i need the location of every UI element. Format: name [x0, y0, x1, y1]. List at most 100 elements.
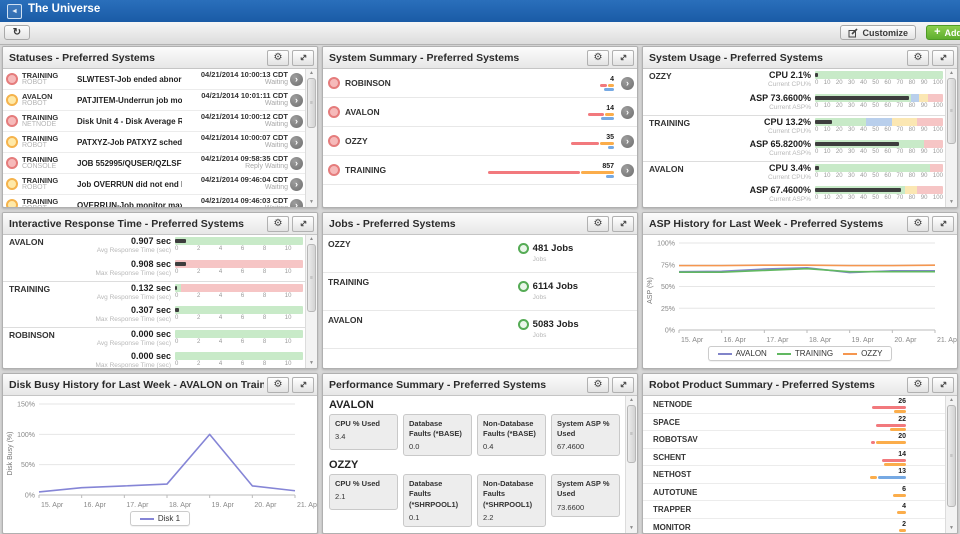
scroll-track[interactable]: ≡: [626, 405, 637, 524]
response-system: TRAINING: [9, 284, 51, 294]
status-state: Reply Waiting: [245, 163, 288, 171]
scrollbar[interactable]: ▲ ≡ ▼: [305, 235, 317, 368]
product-name: AUTOTUNE: [653, 487, 698, 497]
system-detail-button[interactable]: ›: [621, 163, 634, 177]
panel-settings-button[interactable]: ⚙: [907, 376, 929, 393]
jobs-sublabel: Jobs: [532, 332, 547, 339]
status-detail-button[interactable]: ›: [290, 135, 303, 149]
gear-icon: ⚙: [593, 51, 603, 63]
panel-settings-button[interactable]: ⚙: [267, 376, 289, 393]
expand-icon: [620, 54, 626, 61]
scrollbar[interactable]: ▲ ≡ ▼: [945, 396, 957, 533]
event-bars: [570, 141, 614, 149]
expand-icon: [940, 54, 946, 61]
status-product: CONSOLE: [22, 163, 57, 171]
scroll-thumb[interactable]: ≡: [307, 78, 316, 128]
scroll-thumb[interactable]: ≡: [947, 78, 956, 144]
scrollbar[interactable]: ▲ ≡ ▼: [625, 396, 637, 533]
back-icon[interactable]: ◄: [7, 4, 22, 19]
panel-expand-button[interactable]: [292, 376, 314, 393]
system-detail-button[interactable]: ›: [621, 105, 634, 119]
status-detail-button[interactable]: ›: [290, 198, 303, 207]
response-value-label: 0.908 sec: [130, 259, 171, 269]
scroll-down-button[interactable]: ▼: [946, 198, 957, 207]
status-detail-button[interactable]: ›: [290, 177, 303, 191]
scroll-up-button[interactable]: ▲: [946, 69, 957, 78]
response-row: 0.307 sec Max Response Time (sec) 0 2 4 6 8 10: [3, 304, 306, 327]
panel-header: Statuses - Preferred Systems ⚙: [3, 47, 317, 69]
panel-settings-button[interactable]: ⚙: [587, 376, 609, 393]
panel-expand-button[interactable]: [292, 49, 314, 66]
system-detail-button[interactable]: ›: [621, 134, 634, 148]
scrollbar[interactable]: ▲ ≡ ▼: [305, 69, 317, 207]
jobs-row: OZZY 481 Jobs Jobs: [323, 235, 637, 273]
add-button[interactable]: + Add: [926, 25, 960, 40]
expand-icon: [620, 220, 626, 227]
panel-expand-button[interactable]: [292, 215, 314, 232]
panel-expand-button[interactable]: [612, 49, 634, 66]
panel-settings-button[interactable]: ⚙: [587, 215, 609, 232]
panel-expand-button[interactable]: [612, 215, 634, 232]
refresh-button[interactable]: ↻: [4, 25, 30, 40]
panel-settings-button[interactable]: ⚙: [267, 49, 289, 66]
gear-icon: ⚙: [273, 378, 283, 390]
chevron-right-icon: ›: [295, 94, 298, 105]
scroll-down-button[interactable]: ▼: [306, 198, 317, 207]
status-row: TRAININGCONSOLE JOB 552995/QUSER/QZLSFIL…: [3, 153, 306, 174]
system-detail-button[interactable]: ›: [621, 76, 634, 90]
chevron-right-icon: ›: [295, 136, 298, 147]
scroll-down-button[interactable]: ▼: [626, 524, 637, 533]
status-state: Waiting: [264, 121, 288, 129]
usage-sublabel: Current ASP%: [769, 103, 811, 111]
svg-text:17. Apr: 17. Apr: [126, 502, 149, 509]
response-sublabel: Max Response Time (sec): [95, 269, 172, 277]
scroll-up-button[interactable]: ▲: [946, 396, 957, 405]
status-detail-button[interactable]: ›: [290, 93, 303, 107]
panel-asp-history: ASP History for Last Week - Preferred Sy…: [642, 212, 958, 369]
panel-expand-button[interactable]: [612, 376, 634, 393]
expand-icon: [620, 381, 626, 388]
panel-title: Robot Product Summary - Preferred System…: [649, 378, 875, 391]
svg-text:20. Apr: 20. Apr: [254, 502, 277, 509]
panel-expand-button[interactable]: [932, 49, 954, 66]
panel-settings-button[interactable]: ⚙: [587, 49, 609, 66]
response-value-label: 0.307 sec: [130, 305, 171, 315]
panel-settings-button[interactable]: ⚙: [907, 215, 929, 232]
scroll-thumb[interactable]: ≡: [947, 405, 956, 507]
usage-value-label: CPU 2.1%: [768, 70, 811, 80]
svg-text:19. Apr: 19. Apr: [852, 337, 875, 344]
product-count: 20: [898, 433, 906, 440]
panel-statuses: Statuses - Preferred Systems ⚙ TRAINING R…: [2, 46, 318, 208]
status-detail-button[interactable]: ›: [290, 156, 303, 170]
scroll-up-button[interactable]: ▲: [306, 235, 317, 244]
status-timestamp: 04/21/2014 10:00:07 CDT: [200, 133, 288, 143]
status-detail-button[interactable]: ›: [290, 72, 303, 86]
status-row: AVALONROBOT PATJITEM-Underrun job monito…: [3, 90, 306, 111]
scroll-thumb[interactable]: ≡: [307, 244, 316, 312]
scroll-down-button[interactable]: ▼: [306, 359, 317, 368]
scroll-up-button[interactable]: ▲: [306, 69, 317, 78]
customize-button[interactable]: Customize: [840, 25, 916, 40]
scrollbar[interactable]: ▲ ≡ ▼: [945, 69, 957, 207]
metric-card: Non-Database Faults (*SHRPOOL1) 2.2: [477, 474, 546, 527]
panel-expand-button[interactable]: [932, 376, 954, 393]
system-summary-row: OZZY 35 ›: [323, 127, 637, 156]
performance-system-title: OZZY: [329, 459, 359, 472]
panel-settings-button[interactable]: ⚙: [907, 49, 929, 66]
svg-text:21. Apr: 21. Apr: [937, 337, 957, 344]
status-message: OVERRUN-Job monitor maximum duration exc…: [77, 200, 182, 208]
panel-settings-button[interactable]: ⚙: [267, 215, 289, 232]
panel-system-usage: System Usage - Preferred Systems ⚙ OZZY …: [642, 46, 958, 208]
scroll-track[interactable]: ≡: [946, 405, 957, 524]
status-detail-button[interactable]: ›: [290, 114, 303, 128]
response-sublabel: Avg Response Time (sec): [96, 246, 171, 254]
scroll-track[interactable]: ≡: [306, 78, 317, 198]
panel-expand-button[interactable]: [932, 215, 954, 232]
app-title: The Universe: [28, 3, 101, 15]
scroll-track[interactable]: ≡: [946, 78, 957, 198]
scroll-up-button[interactable]: ▲: [626, 396, 637, 405]
scroll-track[interactable]: ≡: [306, 244, 317, 359]
scroll-down-button[interactable]: ▼: [946, 524, 957, 533]
usage-value-label: ASP 73.6600%: [749, 93, 811, 103]
scroll-thumb[interactable]: ≡: [627, 405, 636, 463]
